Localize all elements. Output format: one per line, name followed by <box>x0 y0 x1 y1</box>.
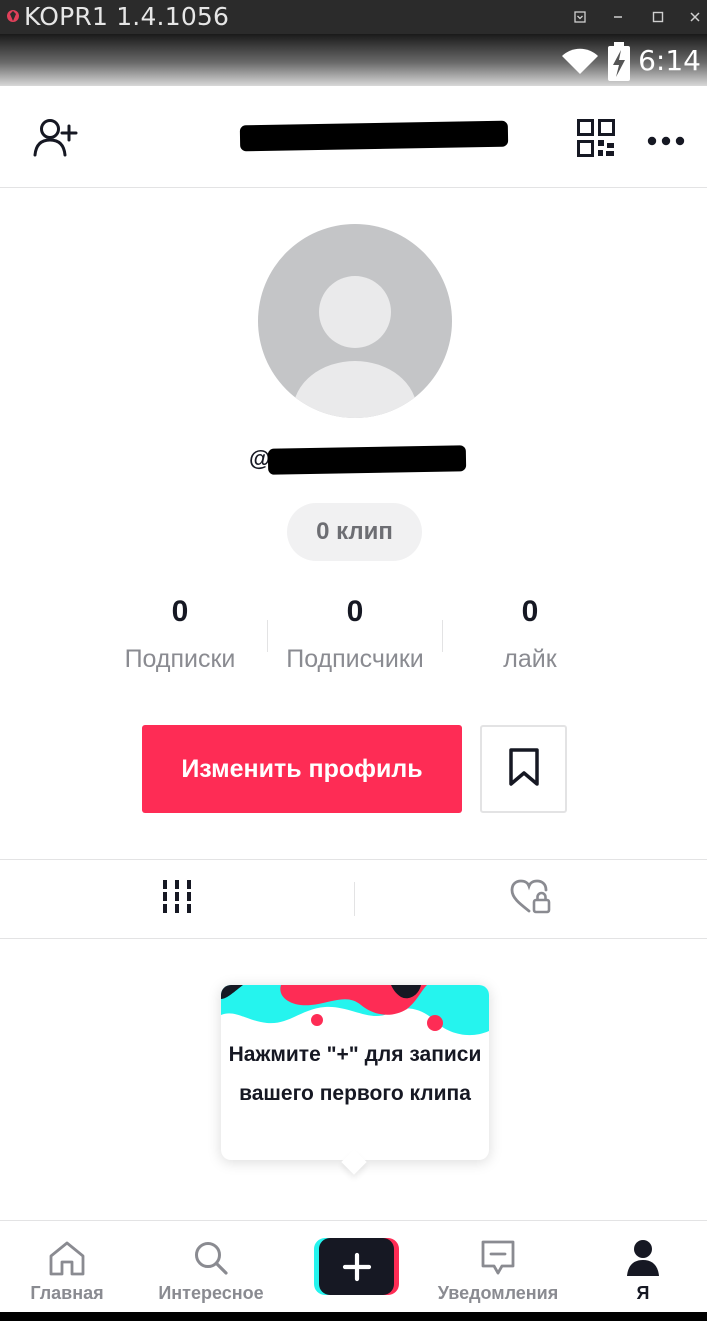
nav-discover-label: Интересное <box>158 1283 264 1303</box>
tooltip-arrow <box>341 1149 367 1175</box>
app-logo-icon <box>6 9 20 23</box>
status-time: 6:14 <box>638 44 701 77</box>
profile-icon <box>626 1239 660 1277</box>
tab-videos[interactable] <box>0 860 353 938</box>
edit-profile-label: Изменить профиль <box>181 754 423 783</box>
tab-liked[interactable] <box>354 860 707 938</box>
avatar[interactable] <box>258 224 452 418</box>
close-icon[interactable] <box>686 8 704 26</box>
window-titlebar: KOPR1 1.4.1056 <box>0 0 707 34</box>
stat-likes[interactable]: 0 лайк <box>442 592 618 676</box>
edit-profile-button[interactable]: Изменить профиль <box>142 725 462 813</box>
favorites-button[interactable] <box>480 725 567 813</box>
nav-discover[interactable]: Интересное <box>155 1221 267 1313</box>
clips-count-label: 0 клип <box>316 518 393 545</box>
search-icon <box>193 1239 229 1277</box>
tooltip-line2: вашего первого клипа <box>239 1082 471 1105</box>
add-user-icon[interactable] <box>33 118 79 163</box>
handle-redacted <box>267 445 467 475</box>
inbox-icon <box>480 1239 516 1277</box>
clips-count-badge: 0 клип <box>287 503 422 561</box>
heart-lock-icon <box>510 879 552 920</box>
tooltip-line1: Нажмите "+" для записи <box>228 1043 482 1066</box>
battery-charging-icon <box>607 42 631 87</box>
nav-inbox[interactable]: Уведомления <box>438 1221 558 1313</box>
plus-icon <box>342 1252 372 1287</box>
tooltip-artwork <box>221 985 489 1047</box>
grid-icon <box>162 879 192 919</box>
nav-inbox-label: Уведомления <box>437 1283 559 1303</box>
stat-followers-label: Подписчики <box>286 645 424 673</box>
bookmark-icon <box>508 747 540 792</box>
wifi-icon <box>560 46 600 81</box>
minimize-icon[interactable] <box>609 8 627 26</box>
nav-home-label: Главная <box>30 1283 104 1303</box>
system-nav-strip <box>0 1312 707 1321</box>
stat-following-value: 0 <box>171 595 189 628</box>
first-clip-tooltip[interactable]: Нажмите "+" для записи вашего первого кл… <box>221 985 489 1175</box>
bottom-nav: Главная Интересное Уведомления Я <box>0 1220 707 1312</box>
nav-profile[interactable]: Я <box>618 1221 668 1313</box>
stat-followers-value: 0 <box>346 595 364 628</box>
stat-following[interactable]: 0 Подписки <box>92 592 268 676</box>
stat-following-label: Подписки <box>124 645 236 673</box>
status-bar: 6:14 <box>0 34 707 86</box>
nav-profile-label: Я <box>636 1283 650 1303</box>
stat-likes-value: 0 <box>521 595 539 628</box>
more-icon[interactable] <box>647 133 685 151</box>
avatar-head-shape <box>319 276 391 348</box>
username-redacted <box>239 120 509 152</box>
window-title: KOPR1 1.4.1056 <box>24 2 230 31</box>
avatar-body-shape <box>293 361 417 418</box>
content-tabs <box>0 859 707 939</box>
stat-followers[interactable]: 0 Подписчики <box>267 592 443 676</box>
dropdown-icon[interactable] <box>571 8 589 26</box>
maximize-icon[interactable] <box>649 8 667 26</box>
create-button[interactable] <box>314 1238 399 1295</box>
home-icon <box>47 1239 87 1277</box>
qr-code-icon[interactable] <box>577 119 615 162</box>
stat-likes-label: лайк <box>503 645 557 673</box>
nav-home[interactable]: Главная <box>22 1221 112 1313</box>
profile-header <box>0 86 707 188</box>
